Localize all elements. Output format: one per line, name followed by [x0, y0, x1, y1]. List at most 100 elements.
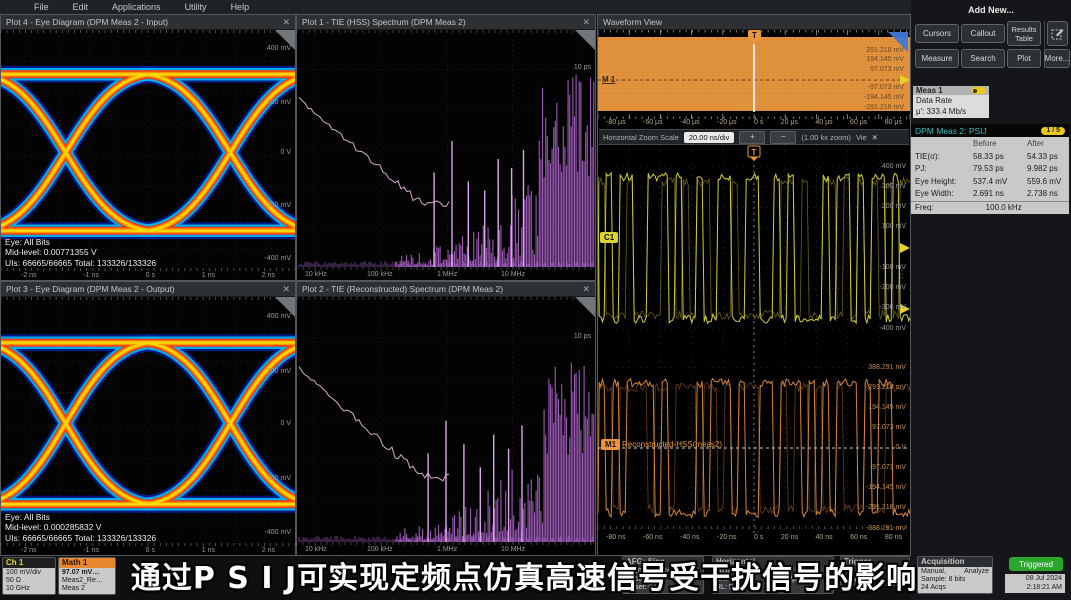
plot1-body[interactable]: 10 ps 10 kHz 100 kHz 1 MHz 10 MHz [297, 30, 595, 280]
plot1-spectrum-chart[interactable] [297, 30, 595, 280]
axis-tick-label: -20 μs [717, 119, 737, 126]
draw-annotation-button[interactable] [1047, 21, 1068, 46]
axis-tick-label: -194.145 mV [864, 94, 904, 102]
menu-file[interactable]: File [34, 2, 49, 12]
more-button[interactable]: More... [1044, 49, 1070, 68]
axis-tick-label: 20 ns [781, 534, 798, 541]
plot3-body[interactable]: 400 mV 200 mV 0 V -200 mV -400 mV -2 ns … [1, 297, 295, 555]
axis-tick-label: 200 mV [267, 368, 291, 376]
meas1-toggle-icon[interactable] [971, 87, 986, 94]
plot2-close-icon[interactable]: ✕ [582, 284, 590, 295]
axis-tick-label: 0 s [754, 534, 763, 541]
add-new-heading: Add New... [911, 5, 1071, 15]
dpm-row-label: Eye Width: [915, 188, 973, 201]
dpm-cell: 559.6 mV [1027, 176, 1071, 189]
axis-tick-label: 200 mV [882, 203, 906, 211]
plot3-titlebar[interactable]: Plot 3 - Eye Diagram (DPM Meas 2 - Outpu… [1, 282, 295, 297]
pane-resize-handle[interactable]: ⋮ [897, 273, 907, 277]
axis-tick-label: 60 ns [850, 534, 867, 541]
axis-tick-label: 100 mV [882, 223, 906, 231]
plot4-close-icon[interactable]: ✕ [282, 17, 290, 28]
meas1-body: Data Rate μ′: 333.4 Mb/s [913, 95, 989, 118]
waveform-title: Waveform View [603, 17, 662, 27]
axis-tick-label: 100 kHz [367, 271, 393, 278]
axis-tick-label: -200 mV [880, 284, 906, 292]
plot1-titlebar[interactable]: Plot 1 - TIE (HSS) Spectrum (DPM Meas 2)… [297, 15, 595, 30]
axis-tick-label: 1 ns [202, 272, 215, 279]
plot3-pane: Plot 3 - Eye Diagram (DPM Meas 2 - Outpu… [0, 281, 296, 556]
zoom-view-label: Vie [856, 133, 867, 142]
plot1-zoom-corner-icon[interactable] [575, 30, 595, 50]
meas1-line2: μ′: 333.4 Mb/s [916, 107, 986, 118]
measure-button[interactable]: Measure [915, 49, 959, 68]
axis-tick-label: 10 kHz [305, 546, 327, 553]
dpm-cell: 58.33 ps [973, 151, 1027, 164]
axis-tick-label: -60 ns [643, 534, 662, 541]
meas1-badge[interactable]: Meas 1 Data Rate μ′: 333.4 Mb/s [913, 86, 989, 118]
plot2-spectrum-chart[interactable] [297, 297, 595, 555]
callout-button[interactable]: Callout [961, 24, 1005, 43]
axis-ref-label: 10 ps [574, 64, 591, 72]
axis-tick-label: 80 μs [885, 119, 902, 126]
plot3-close-icon[interactable]: ✕ [282, 284, 290, 295]
ch1-settings: 100 mV/div 50 Ω 10 GHz [3, 568, 55, 594]
axis-tick-label: -97.073 mV [868, 84, 904, 92]
dpm-meas2-results-panel[interactable]: DPM Meas 2: PSIJ 1 / 5 Before After TIE(… [911, 124, 1069, 214]
axis-tick-label: 20 μs [781, 119, 798, 126]
axis-tick-label: 40 μs [815, 119, 832, 126]
axis-tick-label: 10 MHz [501, 546, 525, 553]
axis-tick-label: 40 ns [816, 534, 833, 541]
waveform-zoom-chart[interactable]: T [598, 145, 910, 534]
dpm-cell: 2.738 ns [1027, 188, 1071, 201]
axis-tick-label: 10 kHz [305, 271, 327, 278]
search-button[interactable]: Search [961, 49, 1005, 68]
menu-applications[interactable]: Applications [112, 2, 161, 12]
meas1-line1: Data Rate [916, 96, 986, 107]
menu-utility[interactable]: Utility [185, 2, 207, 12]
zoom-scale-value[interactable]: 20.00 ns/div [684, 132, 734, 143]
plot2-titlebar[interactable]: Plot 2 - TIE (Reconstructed) Spectrum (D… [297, 282, 595, 297]
menu-edit[interactable]: Edit [73, 2, 89, 12]
zoom-scale-label: Horizontal Zoom Scale [603, 133, 679, 142]
plot4-body[interactable]: 400 mV 200 mV 0 V -200 mV -400 mV -2 ns … [1, 30, 295, 280]
axis-tick-label: 200 mV [267, 99, 291, 107]
dpm-row-label: PJ: [915, 163, 973, 176]
axis-tick-label: -291.218 mV [866, 504, 906, 512]
plot2-zoom-corner-icon[interactable] [575, 297, 595, 317]
plot-button[interactable]: Plot [1007, 49, 1041, 68]
axis-tick-label: 100 kHz [367, 546, 393, 553]
axis-tick-label: 400 mV [267, 313, 291, 321]
cursors-button[interactable]: Cursors [915, 24, 959, 43]
plot1-close-icon[interactable]: ✕ [582, 17, 590, 28]
zoom-out-button[interactable]: − [770, 131, 796, 144]
menu-help[interactable]: Help [231, 2, 250, 12]
m1-channel-badge[interactable]: M1 [601, 439, 620, 450]
right-sidebar: Add New... Cursors Callout Results Table… [911, 0, 1071, 600]
waveform-titlebar[interactable]: Waveform View [598, 15, 910, 30]
c1-channel-badge[interactable]: C1 [600, 232, 618, 243]
zoom-in-button[interactable]: + [739, 131, 765, 144]
axis-tick-label: 60 μs [850, 119, 867, 126]
axis-tick-label: 1 MHz [437, 546, 457, 553]
axis-tick-label: 2 ns [262, 272, 275, 279]
svg-text:T: T [752, 148, 757, 157]
axis-tick-label: 97.073 mV [872, 424, 906, 432]
zoom-close-icon[interactable]: ✕ [872, 133, 878, 142]
dpm-page-badge[interactable]: 1 / 5 [1041, 127, 1065, 135]
overview-m1-label[interactable]: M 1 [602, 75, 615, 84]
plot3-title: Plot 3 - Eye Diagram (DPM Meas 2 - Outpu… [6, 284, 175, 294]
results-table-button[interactable]: Results Table [1007, 21, 1041, 46]
axis-tick-label: -291.218 mV [864, 104, 904, 112]
plot2-body[interactable]: 10 ps 10 kHz 100 kHz 1 MHz 10 MHz [297, 297, 595, 555]
ch1-badge[interactable]: Ch 1 100 mV/div 50 Ω 10 GHz [2, 557, 56, 595]
axis-tick-label: -20 ns [717, 534, 736, 541]
dpm-title: DPM Meas 2: PSIJ [915, 126, 987, 136]
time-label: 2:18:21 AM [1008, 584, 1062, 593]
ch1-name: Ch 1 [3, 558, 55, 568]
axis-tick-label: -1 ns [83, 272, 99, 279]
dpm-freq-row: Freq: 100.0 kHz [911, 201, 1069, 214]
plot4-titlebar[interactable]: Plot 4 - Eye Diagram (DPM Meas 2 - Input… [1, 15, 295, 30]
axis-tick-label: 0 s [754, 119, 763, 126]
axis-tick-label: 194.145 mV [866, 56, 904, 64]
horizontal-zoom-bar: Horizontal Zoom Scale 20.00 ns/div + − (… [599, 129, 909, 145]
